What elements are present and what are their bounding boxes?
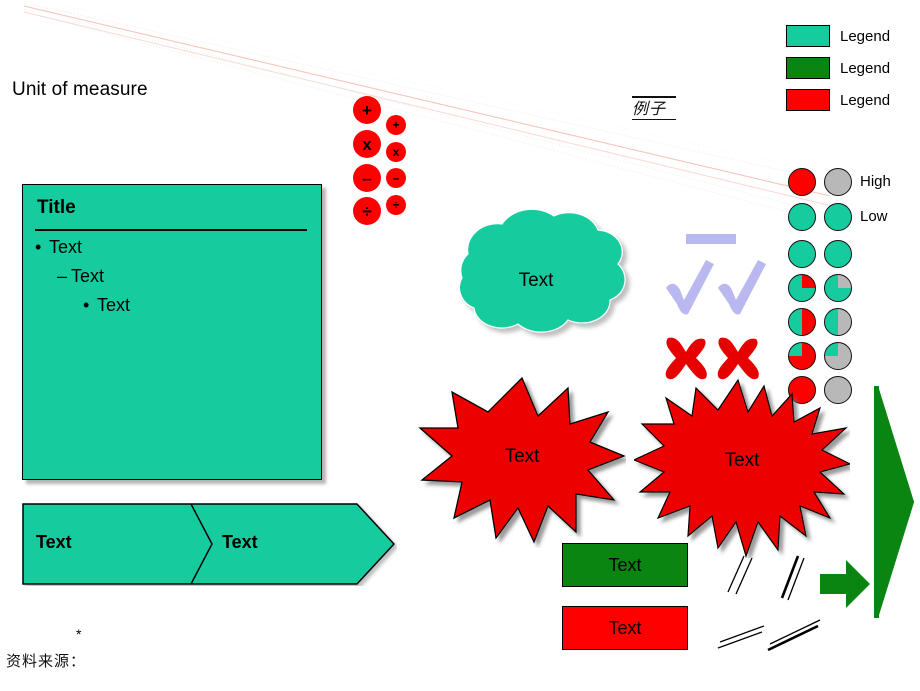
title-box-bullet-1: • Text: [35, 237, 82, 258]
check-mark-icon-2[interactable]: [716, 258, 768, 316]
harvey-ball-right-3[interactable]: [824, 240, 852, 268]
footnote-asterisk: *: [76, 626, 82, 642]
check-icon-svg: [718, 260, 766, 315]
math-circle-plus-small[interactable]: +: [386, 115, 406, 135]
harvey-ball-left-6[interactable]: [788, 342, 816, 370]
harvey-ball-right-1[interactable]: [824, 168, 852, 196]
bullet-glyph-level3: •: [83, 295, 90, 315]
harvey-ball-left-4[interactable]: [788, 274, 816, 302]
math-circle-divide-small[interactable]: ÷: [386, 195, 406, 215]
example-stamp-rule-top: [632, 96, 676, 98]
bullet-glyph-level2: –: [57, 266, 68, 286]
harvey-ball-left-3[interactable]: [788, 240, 816, 268]
cross-icon-svg: [665, 337, 707, 380]
break-marks-group: [714, 548, 834, 654]
math-circle-minus-large[interactable]: –: [353, 164, 381, 192]
legend-label-green: Legend: [840, 59, 891, 77]
title-box-bullet-2: – Text: [57, 266, 104, 287]
break-marks-svg: [717, 555, 821, 652]
math-circle-minus-small[interactable]: –: [386, 168, 406, 188]
cross-mark-icon-2[interactable]: [714, 336, 762, 382]
math-circle-times-small[interactable]: x: [386, 142, 406, 162]
legend-swatch-red: [786, 89, 830, 111]
cross-mark-icon-1[interactable]: [662, 336, 710, 382]
status-box-green[interactable]: Text: [562, 543, 688, 587]
explosion-2-label: Text: [724, 450, 760, 471]
legend-item[interactable]: Legend: [786, 56, 916, 80]
title-box[interactable]: Title • Text – Text • Text: [22, 184, 322, 480]
check-mark-icon-1[interactable]: [664, 258, 716, 316]
chevron-segment-1-label: Text: [36, 532, 72, 552]
chevron-banner-shape: [22, 503, 396, 585]
footnote-source: 资料来源：: [6, 652, 87, 670]
legend-item[interactable]: Legend: [786, 24, 916, 48]
chevron-segment-2-label: Text: [222, 532, 258, 552]
cloud-shape[interactable]: Text: [416, 208, 656, 368]
title-box-text-3: Text: [97, 295, 131, 315]
explosion-shape-1[interactable]: Text: [418, 372, 626, 548]
harvey-ball-label-low: Low: [860, 208, 888, 225]
example-stamp: 例子: [632, 96, 676, 121]
legend-swatch-teal: [786, 25, 830, 47]
legend-swatch-green: [786, 57, 830, 79]
harvey-ball-matrix: High Low: [788, 168, 920, 404]
legend-label-red: Legend: [840, 91, 891, 109]
title-box-text-1: Text: [49, 237, 83, 257]
harvey-ball-left-2[interactable]: [788, 203, 816, 231]
math-circle-times-large[interactable]: x: [353, 130, 381, 158]
harvey-ball-left-5[interactable]: [788, 308, 816, 336]
legend-label-teal: Legend: [840, 27, 891, 45]
title-box-rule: [35, 229, 307, 231]
status-box-green-label: Text: [608, 554, 642, 575]
explosion-1-label: Text: [504, 446, 540, 467]
harvey-ball-right-2[interactable]: [824, 203, 852, 231]
green-arrow-svg: [820, 560, 870, 608]
explosion-shape-2[interactable]: Text: [632, 372, 852, 558]
status-box-red[interactable]: Text: [562, 606, 688, 650]
math-circle-plus-large[interactable]: +: [353, 96, 381, 124]
green-right-arrow[interactable]: [818, 556, 874, 612]
harvey-ball-left-1[interactable]: [788, 168, 816, 196]
chevron-banner[interactable]: Text Text: [22, 502, 397, 586]
lavender-dash-mark: [686, 234, 736, 244]
example-stamp-text: 例子: [632, 99, 667, 118]
example-stamp-rule-bottom: [632, 118, 676, 121]
cross-icon-svg: [717, 337, 759, 380]
legend: Legend Legend Legend: [786, 24, 916, 120]
title-box-text-2: Text: [71, 266, 105, 286]
bullet-glyph-level1: •: [35, 237, 42, 257]
unit-of-measure-label: Unit of measure: [12, 79, 148, 100]
harvey-ball-right-5[interactable]: [824, 308, 852, 336]
harvey-ball-label-high: High: [860, 173, 891, 190]
math-circle-divide-large[interactable]: ÷: [353, 197, 381, 225]
title-box-bullet-3: • Text: [83, 295, 130, 316]
check-icon-svg: [666, 260, 714, 315]
harvey-ball-right-6[interactable]: [824, 342, 852, 370]
cloud-label: Text: [518, 270, 554, 291]
legend-item[interactable]: Legend: [786, 88, 916, 112]
harvey-ball-right-4[interactable]: [824, 274, 852, 302]
title-box-title: Title: [37, 197, 76, 218]
status-box-red-label: Text: [608, 617, 642, 638]
